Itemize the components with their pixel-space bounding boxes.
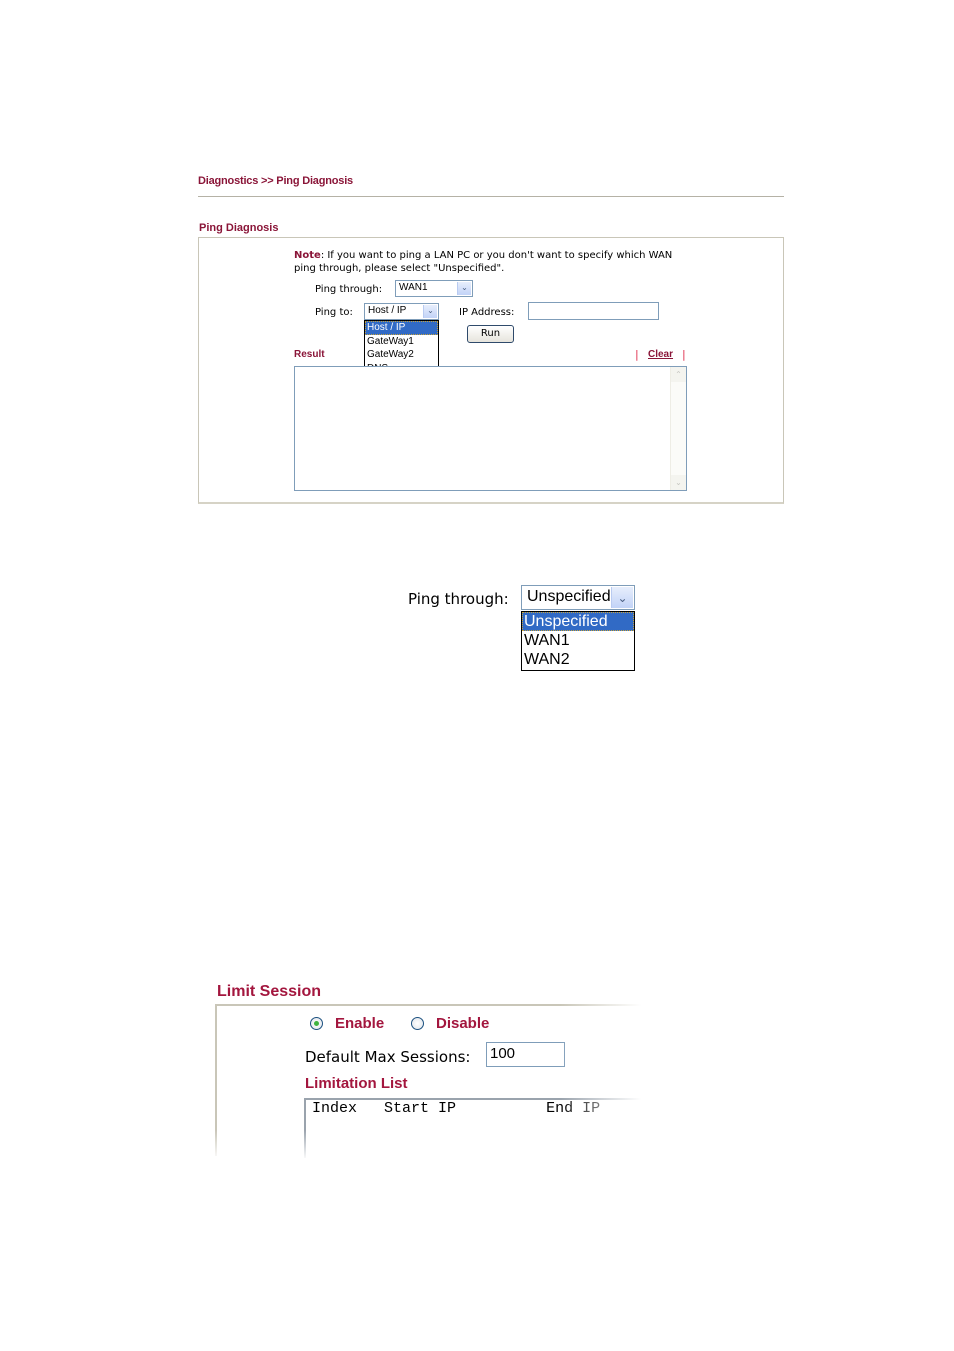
ping-through-value: Unspecified	[527, 588, 611, 605]
default-max-sessions-label: Default Max Sessions:	[305, 1048, 471, 1066]
scroll-down-icon[interactable]: ⌄	[671, 475, 686, 490]
column-start-ip: Start IP	[384, 1100, 457, 1117]
disable-label[interactable]: Disable	[436, 1015, 489, 1032]
separator: |	[635, 348, 639, 361]
divider	[198, 196, 784, 197]
section-title: Ping Diagnosis	[199, 222, 279, 234]
ping-to-value: Host / IP	[368, 305, 407, 316]
disable-radio[interactable]	[411, 1017, 424, 1030]
ping-through-dropdown: Unspecified WAN1 WAN2	[521, 611, 635, 671]
list-header: Index Start IP End IP	[312, 1100, 600, 1117]
ping-to-label: Ping to:	[315, 307, 353, 318]
note-body: : If you want to ping a LAN PC or you do…	[294, 250, 673, 274]
ping-through-option[interactable]: Unspecified	[522, 612, 634, 631]
note-label: Note	[294, 250, 321, 261]
ping-to-select[interactable]: Host / IP ⌄	[364, 303, 439, 320]
scrollbar[interactable]: ⌃ ⌄	[670, 367, 686, 490]
ping-through-label: Ping through:	[408, 590, 509, 608]
run-button[interactable]: Run	[467, 325, 514, 343]
separator: |	[682, 348, 686, 361]
ping-through-label: Ping through:	[315, 284, 383, 295]
fade-overlay	[210, 1130, 650, 1160]
ping-through-option[interactable]: WAN1	[522, 631, 634, 650]
enable-label[interactable]: Enable	[335, 1015, 384, 1032]
chevron-down-icon[interactable]: ⌄	[457, 282, 471, 295]
ping-through-select[interactable]: WAN1 ⌄	[395, 280, 473, 297]
note-text: Note: If you want to ping a LAN PC or yo…	[294, 249, 694, 275]
ping-through-option[interactable]: WAN2	[522, 650, 634, 669]
breadcrumb: Diagnostics >> Ping Diagnosis	[198, 175, 353, 187]
enable-radio[interactable]	[310, 1017, 323, 1030]
result-label: Result	[294, 349, 325, 360]
ip-address-input[interactable]	[528, 302, 659, 320]
clear-link[interactable]: Clear	[648, 349, 673, 360]
ping-through-select[interactable]: Unspecified ⌄	[521, 585, 635, 610]
chevron-down-icon[interactable]: ⌄	[611, 587, 633, 608]
ping-to-option[interactable]: Host / IP	[365, 321, 438, 335]
limit-session-title: Limit Session	[217, 983, 322, 1000]
ping-to-option[interactable]: GateWay1	[365, 335, 438, 349]
chevron-down-icon[interactable]: ⌄	[423, 305, 437, 318]
result-textarea[interactable]: ⌃ ⌄	[294, 366, 687, 491]
ping-to-option[interactable]: GateWay2	[365, 348, 438, 362]
column-index: Index	[312, 1100, 358, 1117]
ping-through-value: WAN1	[399, 282, 428, 293]
limitation-list-title: Limitation List	[305, 1075, 408, 1092]
default-max-sessions-value: 100	[490, 1045, 516, 1062]
ip-address-label: IP Address:	[459, 307, 515, 318]
default-max-sessions-input[interactable]: 100	[486, 1042, 565, 1067]
scroll-up-icon[interactable]: ⌃	[671, 367, 686, 382]
